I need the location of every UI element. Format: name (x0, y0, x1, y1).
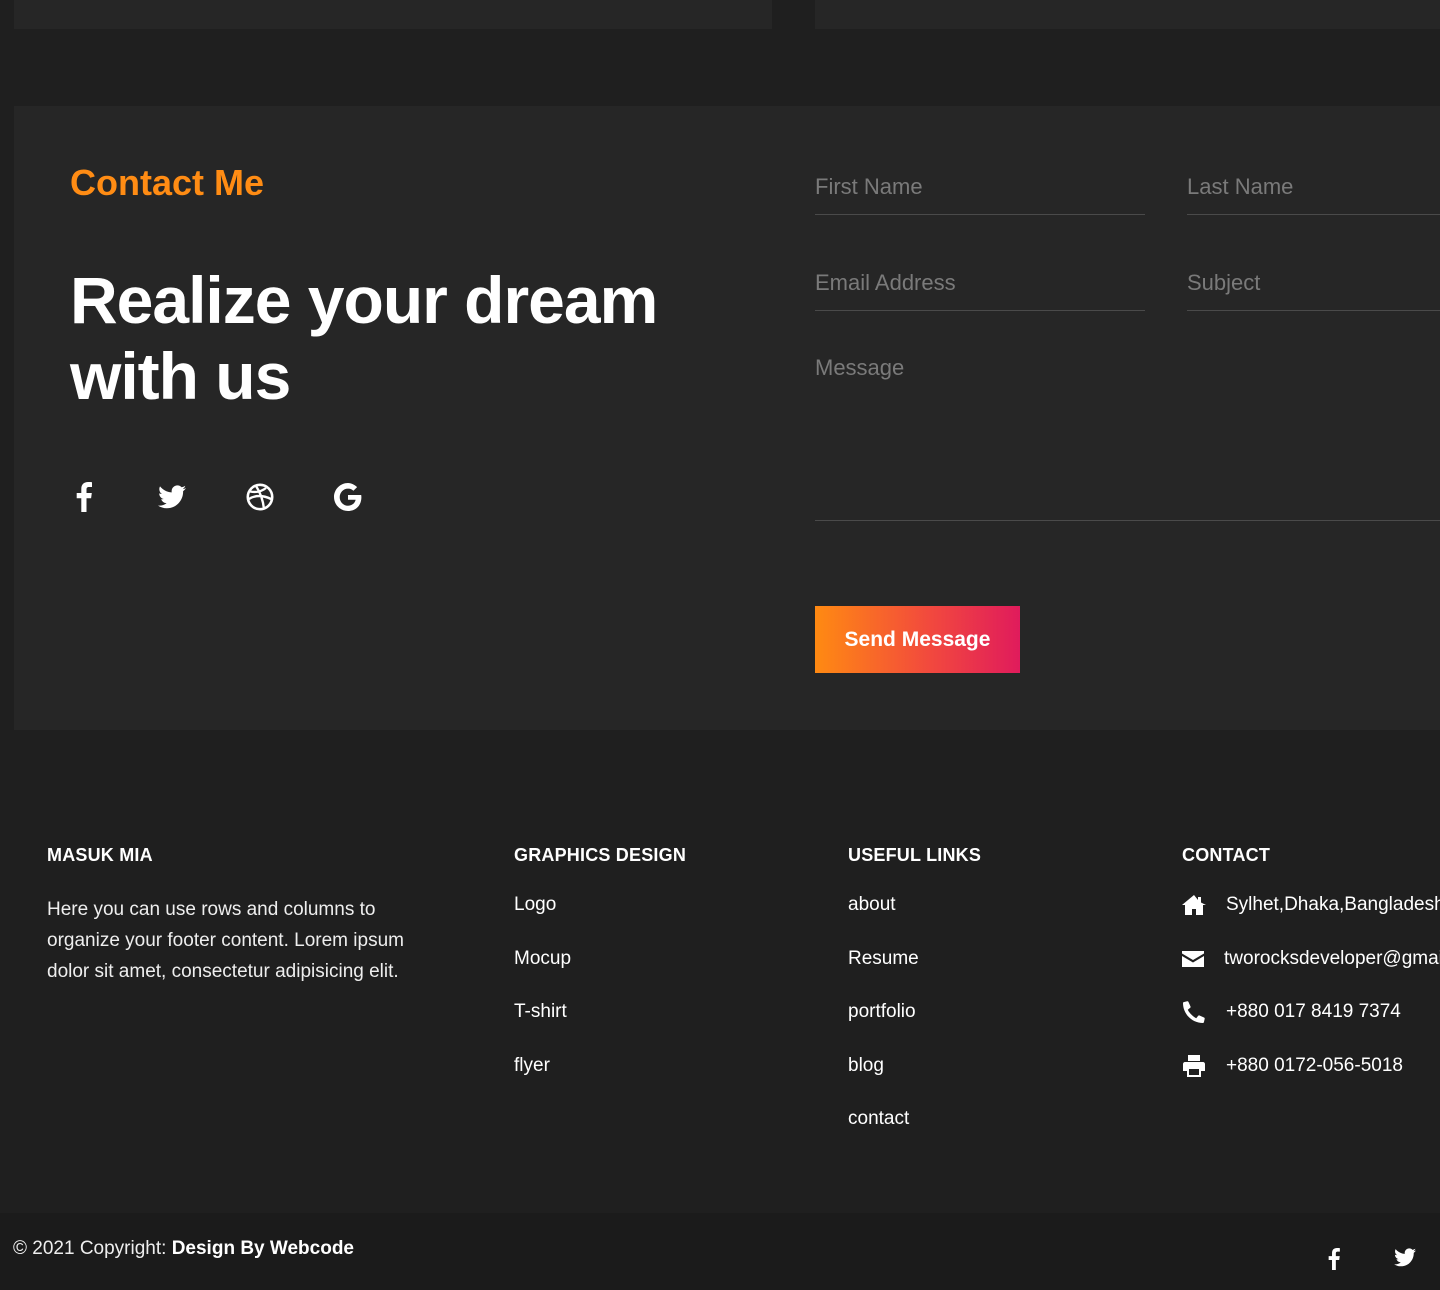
print-icon (1182, 1054, 1206, 1077)
contact-address: Sylhet,Dhaka,Bangladesh (1182, 894, 1440, 948)
top-card-right (815, 0, 1440, 29)
footer-link-tshirt[interactable]: T-shirt (514, 1001, 686, 1055)
email-field[interactable] (815, 270, 1145, 311)
last-name-field[interactable] (1187, 174, 1440, 215)
send-message-button[interactable]: Send Message (815, 606, 1020, 673)
contact-address-text: Sylhet,Dhaka,Bangladesh (1226, 894, 1440, 915)
footer-link-portfolio[interactable]: portfolio (848, 1001, 981, 1055)
footer-link-mocup[interactable]: Mocup (514, 948, 686, 1002)
footer-useful-links: USEFUL LINKS about Resume portfolio blog… (848, 845, 981, 1162)
email-input[interactable] (815, 270, 1145, 296)
footer-link-contact[interactable]: contact (848, 1108, 981, 1162)
footer-facebook-icon[interactable] (1328, 1248, 1340, 1270)
footer-link-flyer[interactable]: flyer (514, 1055, 686, 1109)
footer-useful-heading: USEFUL LINKS (848, 845, 982, 865)
first-name-input[interactable] (815, 174, 1145, 200)
copyright: © 2021 Copyright: Design By Webcode (13, 1238, 354, 1260)
subject-input[interactable] (1187, 270, 1440, 296)
contact-social-links (70, 480, 422, 514)
footer-twitter-icon[interactable] (1394, 1248, 1416, 1267)
footer-link-logo[interactable]: Logo (514, 894, 686, 948)
contact-kicker: Contact Me (70, 162, 265, 203)
contact-fax-text: +880 0172-056-5018 (1226, 1054, 1403, 1076)
footer-link-blog[interactable]: blog (848, 1055, 981, 1109)
footer-contact: CONTACT Sylhet,Dhaka,Bangladesh tworocks… (1182, 845, 1440, 1108)
contact-headline: Realize your dream with us (70, 263, 658, 413)
phone-icon (1182, 1001, 1206, 1023)
twitter-icon[interactable] (158, 480, 186, 514)
footer-graphics: GRAPHICS DESIGN Logo Mocup T-shirt flyer (514, 845, 686, 1108)
footer-contact-heading: CONTACT (1182, 845, 1271, 865)
last-name-input[interactable] (1187, 174, 1440, 200)
contact-phone-text[interactable]: +880 017 8419 7374 (1226, 1001, 1401, 1023)
message-textarea[interactable] (815, 355, 1440, 515)
first-name-field[interactable] (815, 174, 1145, 215)
footer-link-about[interactable]: about (848, 894, 981, 948)
google-icon[interactable] (334, 480, 362, 514)
footer-link-resume[interactable]: Resume (848, 948, 981, 1002)
top-card-left (14, 0, 772, 29)
envelope-icon (1182, 948, 1204, 970)
contact-section: Contact Me Realize your dream with us Se… (14, 106, 1440, 730)
footer-about-heading: MASUK MIA (47, 845, 153, 865)
dribbble-icon[interactable] (246, 480, 274, 514)
footer-about-text: Here you can use rows and columns to org… (47, 899, 404, 982)
footer-graphics-heading: GRAPHICS DESIGN (514, 845, 687, 865)
home-icon (1182, 894, 1206, 916)
copyright-prefix: © 2021 Copyright: (13, 1238, 172, 1259)
contact-phone[interactable]: +880 017 8419 7374 (1182, 1001, 1440, 1055)
contact-fax: +880 0172-056-5018 (1182, 1054, 1440, 1109)
message-field[interactable] (815, 355, 1440, 521)
contact-email-text[interactable]: tworocksdeveloper@gmail.com (1224, 948, 1440, 970)
facebook-icon[interactable] (70, 480, 98, 514)
copyright-credit[interactable]: Design By Webcode (172, 1238, 354, 1259)
contact-email[interactable]: tworocksdeveloper@gmail.com (1182, 948, 1440, 1002)
subject-field[interactable] (1187, 270, 1440, 311)
footer-about: MASUK MIA Here you can use rows and colu… (47, 845, 407, 987)
